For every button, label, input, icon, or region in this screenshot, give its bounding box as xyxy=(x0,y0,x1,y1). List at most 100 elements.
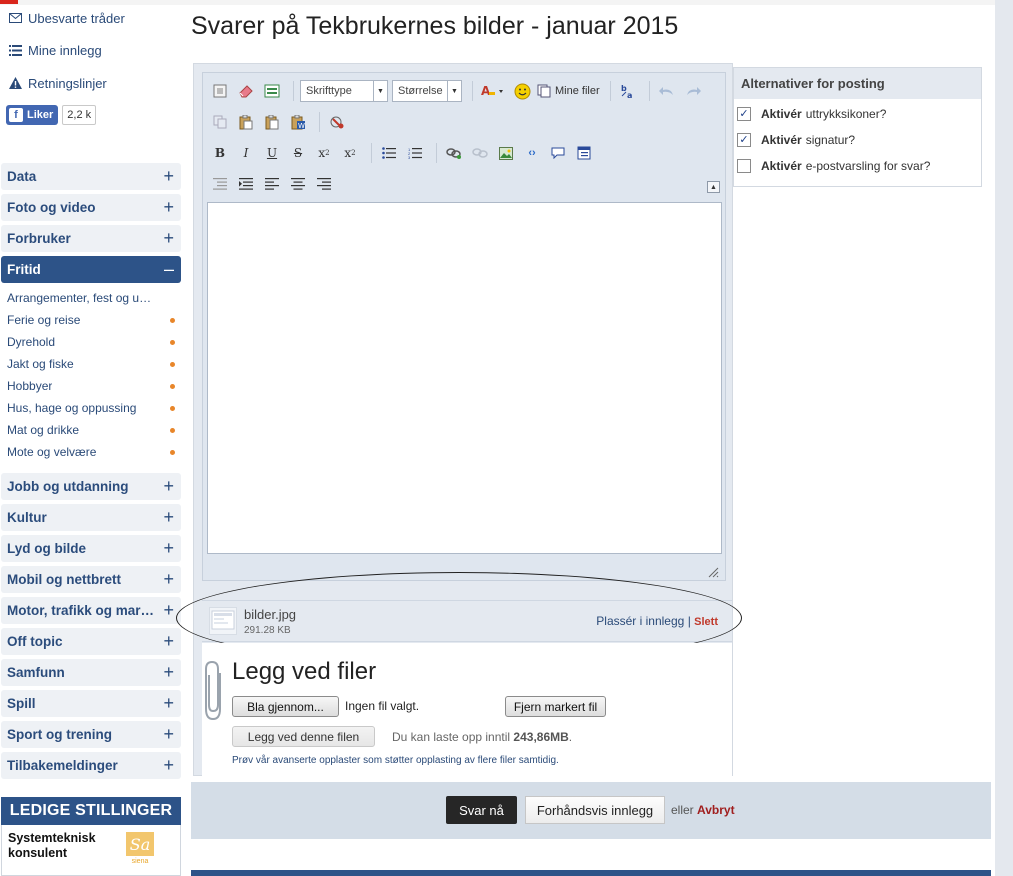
category-spill[interactable]: Spill + xyxy=(1,690,181,717)
strikethrough-icon[interactable]: S xyxy=(287,142,309,164)
bullet-list-icon[interactable] xyxy=(378,142,400,164)
category-data[interactable]: Data + xyxy=(1,163,181,190)
outdent-icon[interactable] xyxy=(209,173,231,195)
submit-reply-button[interactable]: Svar nå xyxy=(446,796,517,824)
category-label: Off topic xyxy=(7,634,63,649)
category-fritid[interactable]: Fritid – xyxy=(1,256,181,283)
paste-text-icon[interactable] xyxy=(261,111,283,133)
cancel-link[interactable]: Avbryt xyxy=(697,803,735,817)
redo-icon[interactable] xyxy=(682,80,704,102)
category-label: Fritid xyxy=(7,262,41,277)
subcategory-item[interactable]: Arrangementer, fest og u… xyxy=(7,289,179,307)
category-kultur[interactable]: Kultur + xyxy=(1,504,181,531)
category-forbruker[interactable]: Forbruker + xyxy=(1,225,181,252)
resize-handle-icon[interactable] xyxy=(707,565,719,578)
indent-icon[interactable] xyxy=(235,173,257,195)
subcategory-item[interactable]: Hus, hage og oppussing xyxy=(7,399,179,417)
browse-files-button[interactable]: Bla gjennom... xyxy=(232,696,339,717)
subcategory-item[interactable]: Ferie og reise xyxy=(7,311,179,329)
sidebar-link-my-posts[interactable]: Mine innlegg xyxy=(8,41,102,59)
facebook-like-button[interactable]: f Liker xyxy=(6,105,59,125)
paperclip-icon xyxy=(204,659,226,723)
subcategory-item[interactable]: Hobbyer xyxy=(7,377,179,395)
table-icon[interactable] xyxy=(573,142,595,164)
job-ad[interactable]: Systemteknisk konsulent Sa siena xyxy=(1,825,181,876)
quota-value: 243,86MB xyxy=(513,730,569,744)
checkbox-signature[interactable]: ✓ xyxy=(737,133,751,147)
quote-icon[interactable] xyxy=(547,142,569,164)
eraser-icon[interactable] xyxy=(235,80,257,102)
new-activity-dot xyxy=(170,383,175,389)
align-left-icon[interactable] xyxy=(261,173,283,195)
insert-image-icon[interactable] xyxy=(495,142,517,164)
option-enable-email-notify[interactable]: Aktivér e-postvarsling for svar? xyxy=(737,157,930,175)
subcategory-label: Mat og drikke xyxy=(7,423,80,437)
dropdown-arrow-icon: ▼ xyxy=(447,81,461,101)
expand-plus-icon: + xyxy=(163,600,174,620)
category-lyd-og-bilde[interactable]: Lyd og bilde + xyxy=(1,535,181,562)
message-textarea[interactable] xyxy=(207,202,722,554)
category-mobil-og-nettbrett[interactable]: Mobil og nettbrett + xyxy=(1,566,181,593)
wysiwyg-toggle-icon[interactable] xyxy=(261,80,283,102)
svg-text:3: 3 xyxy=(408,155,411,159)
remove-format-icon[interactable] xyxy=(326,111,348,133)
place-in-post-link[interactable]: Plassér i innlegg xyxy=(596,614,684,628)
page-title: Svarer på Tekbrukernes bilder - januar 2… xyxy=(191,12,679,40)
remove-selected-file-button[interactable]: Fjern markert fil xyxy=(505,696,606,717)
option-enable-signature[interactable]: ✓ Aktivér signatur? xyxy=(737,131,855,149)
sidebar-link-label: Retningslinjer xyxy=(28,75,107,91)
category-off-topic[interactable]: Off topic + xyxy=(1,628,181,655)
subcategory-label: Arrangementer, fest og u… xyxy=(7,291,152,305)
code-icon[interactable]: ‹› xyxy=(521,142,543,164)
category-motor-trafikk[interactable]: Motor, trafikk og mar… + xyxy=(1,597,181,624)
sidebar: Ubesvarte tråder Mine innlegg Retningsli… xyxy=(0,0,183,876)
italic-icon[interactable]: I xyxy=(235,142,257,164)
undo-icon[interactable] xyxy=(656,80,678,102)
upload-quota-text: Du kan laste opp inntil 243,86MB. xyxy=(392,730,572,744)
font-size-select[interactable]: Størrelse ▼ xyxy=(392,80,462,102)
subscript-icon[interactable]: x2 xyxy=(313,142,335,164)
subcategory-item[interactable]: Dyrehold xyxy=(7,333,179,351)
align-center-icon[interactable] xyxy=(287,173,309,195)
my-files-label: Mine filer xyxy=(555,85,600,97)
attach-file-button[interactable]: Legg ved denne filen xyxy=(232,726,375,747)
superscript-icon[interactable]: x2 xyxy=(339,142,361,164)
numbered-list-icon[interactable]: 123 xyxy=(404,142,426,164)
category-foto-og-video[interactable]: Foto og video + xyxy=(1,194,181,221)
paste-icon[interactable] xyxy=(235,111,257,133)
underline-icon[interactable]: U xyxy=(261,142,283,164)
sidebar-link-guidelines[interactable]: Retningslinjer xyxy=(8,74,107,92)
source-toggle-icon[interactable] xyxy=(209,80,231,102)
unlink-icon[interactable] xyxy=(469,142,491,164)
subcategory-item[interactable]: Mote og velvære xyxy=(7,443,179,461)
smiley-icon[interactable] xyxy=(511,80,533,102)
expand-plus-icon: + xyxy=(163,693,174,713)
my-files-button[interactable]: Mine filer xyxy=(537,80,600,102)
bold-icon[interactable]: B xyxy=(209,142,231,164)
category-sport-og-trening[interactable]: Sport og trening + xyxy=(1,721,181,748)
font-family-select[interactable]: Skrifttype ▼ xyxy=(300,80,388,102)
paste-word-icon[interactable]: W xyxy=(287,111,309,133)
subcategory-label: Mote og velvære xyxy=(7,445,97,459)
category-jobb-og-utdanning[interactable]: Jobb og utdanning + xyxy=(1,473,181,500)
text-color-icon[interactable]: A xyxy=(479,80,507,102)
checkbox-email-notify[interactable] xyxy=(737,159,751,173)
advanced-uploader-link[interactable]: Prøv vår avanserte opplaster som støtter… xyxy=(232,755,559,766)
delete-attachment-link[interactable]: Slett xyxy=(694,616,718,628)
category-samfunn[interactable]: Samfunn + xyxy=(1,659,181,686)
preview-post-button[interactable]: Forhåndsvis innlegg xyxy=(525,796,665,824)
category-label: Tilbakemeldinger xyxy=(7,758,118,773)
cut-icon[interactable] xyxy=(209,111,231,133)
sidebar-link-unanswered[interactable]: Ubesvarte tråder xyxy=(8,9,125,27)
insert-link-icon[interactable] xyxy=(443,142,465,164)
category-tilbakemeldinger[interactable]: Tilbakemeldinger + xyxy=(1,752,181,779)
subcategory-item[interactable]: Mat og drikke xyxy=(7,421,179,439)
job-title: Systemteknisk konsulent xyxy=(8,831,96,860)
spellcheck-icon[interactable]: ba xyxy=(617,80,639,102)
subcategory-item[interactable]: Jakt og fiske xyxy=(7,355,179,373)
option-enable-smilies[interactable]: ✓ Aktivér uttrykksikoner? xyxy=(737,105,886,123)
align-right-icon[interactable] xyxy=(313,173,335,195)
toolbar-collapse-icon[interactable]: ▲ xyxy=(707,181,720,193)
attachment-row: bilder.jpg 291.28 KB Plassér i innlegg |… xyxy=(202,600,732,642)
checkbox-smilies[interactable]: ✓ xyxy=(737,107,751,121)
